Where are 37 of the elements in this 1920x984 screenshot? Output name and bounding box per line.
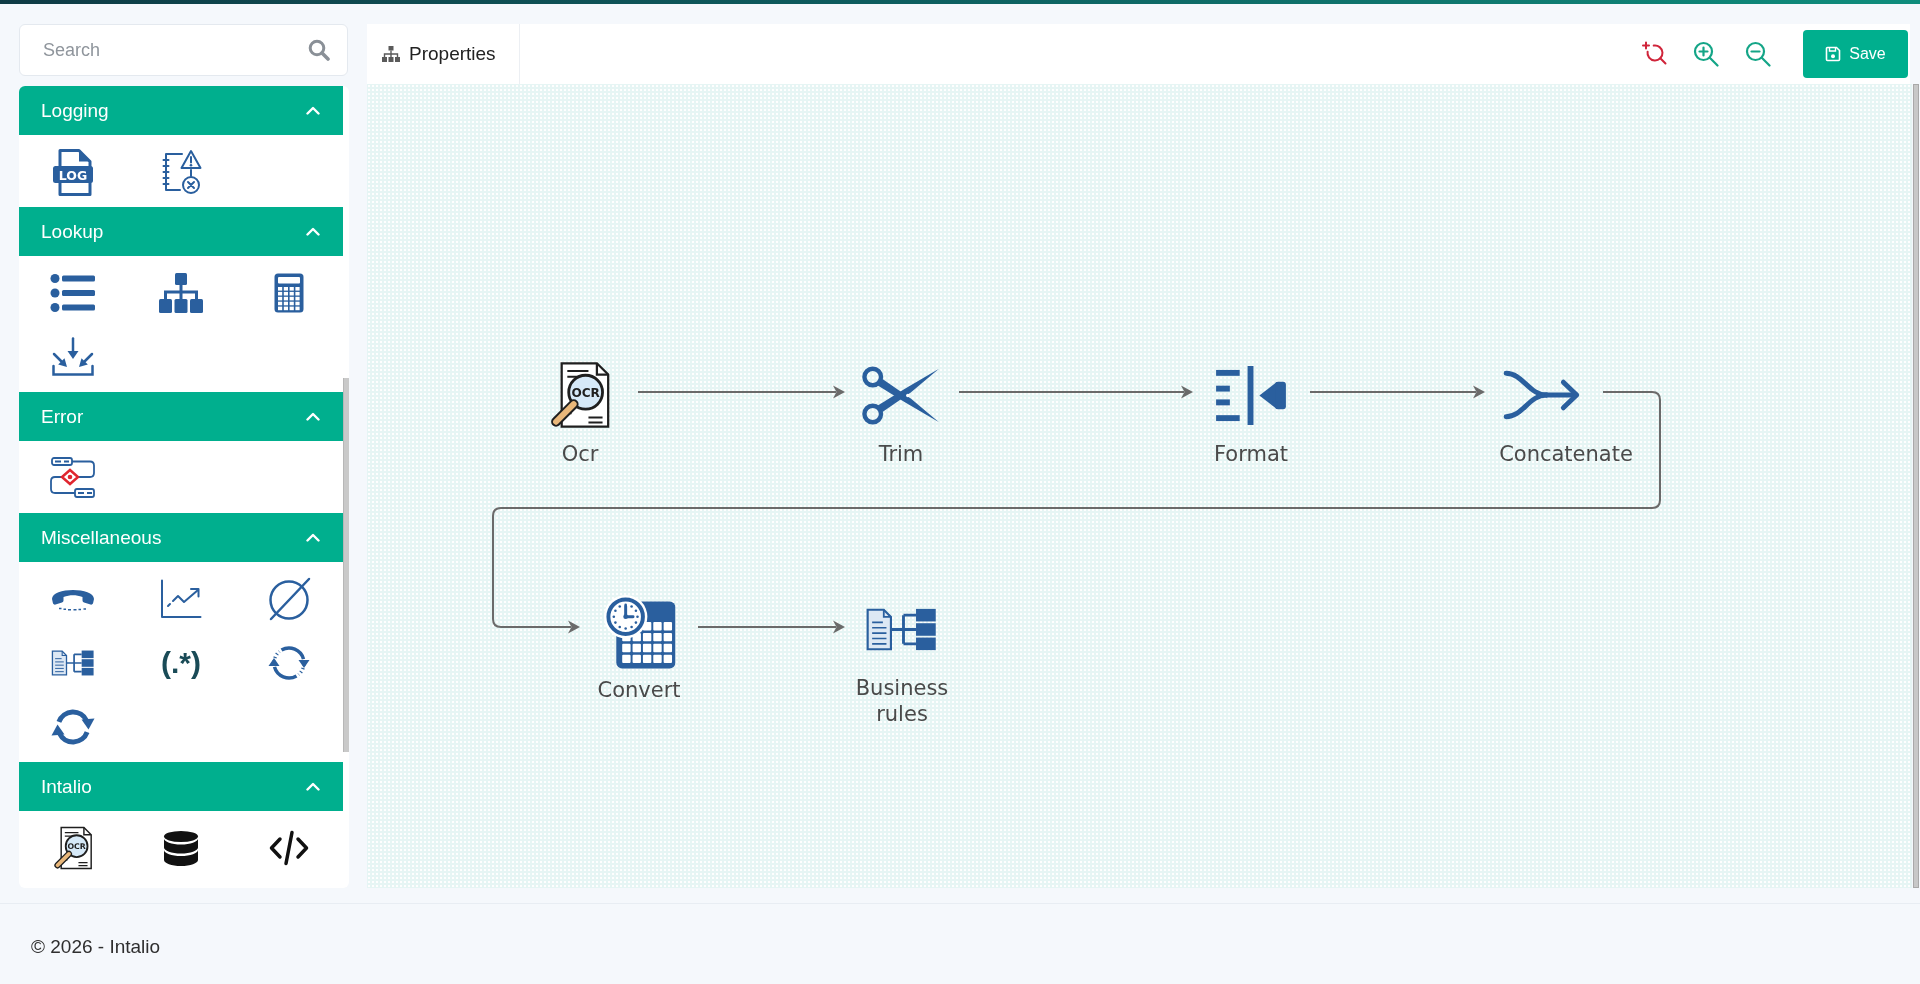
hierarchy-icon (382, 46, 400, 62)
section-header[interactable]: Error (19, 392, 343, 441)
section-header[interactable]: Lookup (19, 207, 343, 256)
calendar-clock-icon[interactable] (602, 593, 676, 669)
section-header[interactable]: Logging (19, 86, 343, 135)
save-button[interactable]: Save (1803, 30, 1908, 78)
node-label: Trim (878, 441, 924, 467)
hierarchy-icon[interactable] (159, 273, 203, 313)
node-label: Business rules (855, 675, 949, 727)
section-header[interactable]: Intalio (19, 762, 343, 811)
document-tree-icon[interactable] (866, 607, 938, 651)
magnifier-plus-icon (1641, 41, 1667, 67)
regex-symbol[interactable]: (.*) (161, 648, 201, 678)
warning-notebook-icon[interactable] (160, 149, 202, 195)
line-chart-icon[interactable] (160, 579, 202, 619)
node-label: Ocr (561, 441, 599, 467)
search-field[interactable]: Search (19, 24, 348, 76)
empty-set-icon[interactable] (267, 577, 311, 621)
calculator-icon[interactable] (274, 273, 304, 313)
database-icon[interactable] (163, 829, 199, 867)
scrollbar-thumb[interactable] (343, 378, 349, 752)
flow-diamond-icon[interactable] (50, 457, 96, 499)
inbox-arrows-icon[interactable] (51, 337, 95, 377)
scrollbar-thumb[interactable] (1913, 84, 1919, 888)
document-tree-icon[interactable] (51, 650, 95, 676)
node-label: Concatenate (1499, 441, 1633, 467)
node-label: Format (1214, 441, 1288, 467)
code-icon[interactable] (269, 830, 309, 866)
list-icon[interactable] (50, 273, 96, 313)
zoom-in-icon (1693, 41, 1719, 67)
copyright-text: © 2026 - Intalio (31, 935, 161, 958)
node-label: Convert (597, 677, 681, 703)
search-icon (308, 39, 330, 61)
zoom-out-icon (1745, 41, 1771, 67)
scissors-icon[interactable] (862, 365, 940, 425)
text-indent-icon[interactable] (1215, 365, 1287, 425)
section-header[interactable]: Miscellaneous (19, 513, 343, 562)
